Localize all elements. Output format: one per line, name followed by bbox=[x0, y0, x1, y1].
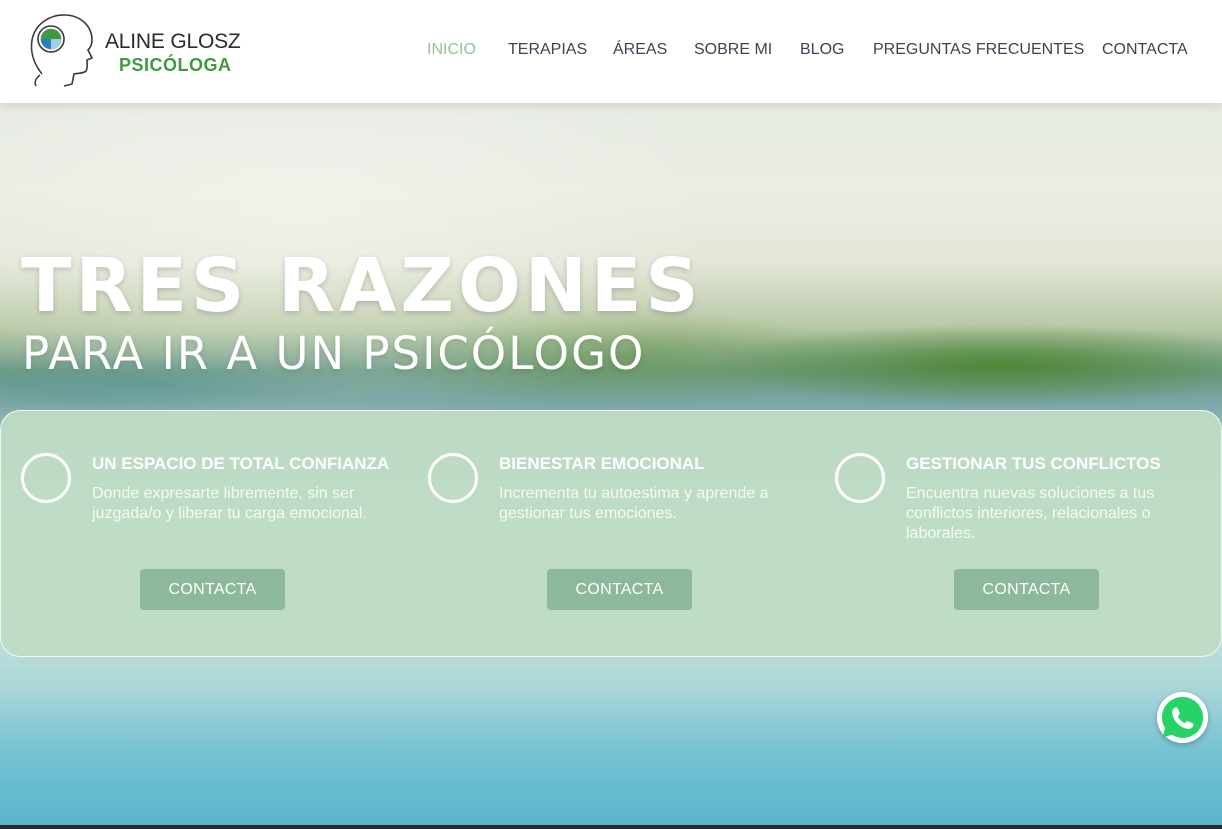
nav-item-terapias[interactable]: TERAPIAS bbox=[508, 41, 587, 59]
circle-icon bbox=[21, 453, 71, 503]
reason-card: UN ESPACIO DE TOTAL CONFIANZA Donde expr… bbox=[1, 411, 407, 658]
reason-card: GESTIONAR TUS CONFLICTOS Encuentra nueva… bbox=[815, 411, 1221, 658]
reason-text: Incrementa tu autoestima y aprende a ges… bbox=[499, 485, 769, 522]
reason-card: BIENESTAR EMOCIONAL Incrementa tu autoes… bbox=[408, 411, 814, 658]
contacta-button[interactable]: CONTACTA bbox=[547, 569, 692, 610]
whatsapp-icon bbox=[1157, 692, 1208, 743]
nav-item-sobre-mi[interactable]: SOBRE MI bbox=[694, 41, 772, 59]
reason-title: BIENESTAR EMOCIONAL bbox=[499, 454, 705, 473]
reasons-panel: UN ESPACIO DE TOTAL CONFIANZA Donde expr… bbox=[0, 410, 1222, 657]
nav-item-areas[interactable]: ÁREAS bbox=[613, 41, 667, 59]
reason-text: Encuentra nuevas soluciones a tus confli… bbox=[906, 485, 1155, 542]
circle-icon bbox=[835, 453, 885, 503]
nav-item-blog[interactable]: BLOG bbox=[800, 41, 844, 59]
hero-title: TRES RAZONES bbox=[21, 243, 703, 329]
bottom-edge bbox=[0, 825, 1222, 829]
circle-icon bbox=[428, 453, 478, 503]
nav-item-inicio[interactable]: INICIO bbox=[427, 41, 476, 59]
nav-item-preguntas-frecuentes[interactable]: PREGUNTAS FRECUENTES bbox=[873, 41, 1084, 59]
main-nav: INICIO TERAPIAS ÁREAS SOBRE MI BLOG PREG… bbox=[0, 41, 1222, 65]
site-header: ALINE GLOSZ PSICÓLOGA INICIO TERAPIAS ÁR… bbox=[0, 0, 1222, 103]
whatsapp-button[interactable] bbox=[1157, 692, 1208, 743]
reason-title: GESTIONAR TUS CONFLICTOS bbox=[906, 454, 1161, 473]
nav-item-contacta[interactable]: CONTACTA bbox=[1102, 41, 1188, 59]
reason-title: UN ESPACIO DE TOTAL CONFIANZA bbox=[92, 454, 390, 473]
hero-subtitle: PARA IR A UN PSICÓLOGO bbox=[22, 327, 646, 380]
hero-section: TRES RAZONES PARA IR A UN PSICÓLOGO UN E… bbox=[0, 103, 1222, 825]
contacta-button[interactable]: CONTACTA bbox=[954, 569, 1099, 610]
reason-text: Donde expresarte libremente, sin ser juz… bbox=[92, 485, 367, 522]
contacta-button[interactable]: CONTACTA bbox=[140, 569, 285, 610]
